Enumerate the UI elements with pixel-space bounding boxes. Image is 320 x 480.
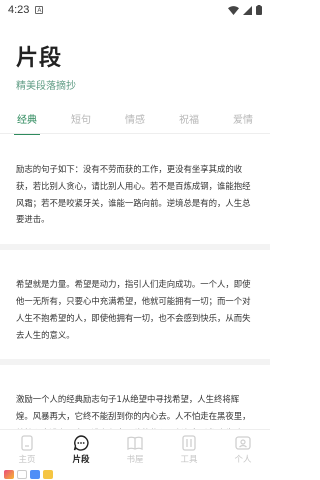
signal-icon [243, 5, 252, 15]
dock-app-icon[interactable] [4, 470, 14, 479]
nav-library[interactable]: 书屋 [111, 434, 159, 465]
dock-app-icon[interactable] [30, 470, 40, 479]
page-title: 片段 [16, 46, 63, 71]
nav-profile[interactable]: 个人 [219, 434, 267, 465]
page-subtitle: 精美段落摘抄 [16, 81, 76, 92]
battery-icon [256, 5, 262, 15]
page-header: 片段 精美段落摘抄 [0, 20, 270, 98]
nav-home[interactable]: 主页 [3, 434, 51, 465]
category-tabs: 经典 短句 情感 祝福 爱情 [0, 104, 270, 136]
nav-snippets[interactable]: 片段 [57, 434, 105, 465]
home-icon [21, 435, 33, 451]
snippet-text: 激励一个人的经典励志句子1从绝望中寻找希望，人生终将辉煌。风暴再大，它终不能刮到… [16, 394, 251, 429]
tab-classic[interactable]: 经典 [11, 107, 43, 136]
snippet-card[interactable]: 励志的句子如下：没有不劳而获的工作，更没有坐享其成的收获，若比别人贪心，请比别人… [0, 135, 270, 245]
snippet-list[interactable]: 励志的句子如下：没有不劳而获的工作，更没有坐享其成的收获，若比别人贪心，请比别人… [0, 135, 270, 429]
nav-tools-label: 工具 [180, 455, 198, 465]
system-dock [0, 469, 270, 480]
status-bar: 4:23 A [0, 0, 270, 20]
nav-profile-label: 个人 [234, 455, 252, 465]
nav-snippets-label: 片段 [72, 455, 90, 465]
nav-tools[interactable]: 工具 [165, 434, 213, 465]
tab-love[interactable]: 爱情 [227, 107, 259, 130]
book-icon [127, 436, 143, 451]
tab-blessing[interactable]: 祝福 [173, 107, 205, 130]
nav-library-label: 书屋 [126, 455, 144, 465]
snippet-text: 希望就是力量。希望是动力，指引人们走向成功。一个人，即使他一无所有，只要心中充满… [16, 279, 251, 340]
wifi-icon [228, 5, 239, 15]
dock-app-icon[interactable] [17, 470, 27, 479]
dock-app-icon[interactable] [43, 470, 53, 479]
bottom-nav: 主页 片段 书屋 工具 个人 [0, 429, 270, 469]
chat-icon [73, 435, 89, 451]
snippet-text: 励志的句子如下：没有不劳而获的工作，更没有坐享其成的收获，若比别人贪心，请比别人… [16, 164, 251, 225]
snippet-card[interactable]: 激励一个人的经典励志句子1从绝望中寻找希望，人生终将辉煌。风暴再大，它终不能刮到… [0, 365, 270, 429]
status-time: 4:23 [8, 4, 30, 16]
tab-short[interactable]: 短句 [65, 107, 97, 130]
tab-emotion[interactable]: 情感 [119, 107, 151, 130]
notification-icon: A [35, 6, 44, 14]
person-icon [235, 436, 251, 450]
tools-icon [182, 435, 196, 451]
snippet-card[interactable]: 希望就是力量。希望是动力，指引人们走向成功。一个人，即使他一无所有，只要心中充满… [0, 250, 270, 360]
nav-home-label: 主页 [18, 455, 36, 465]
